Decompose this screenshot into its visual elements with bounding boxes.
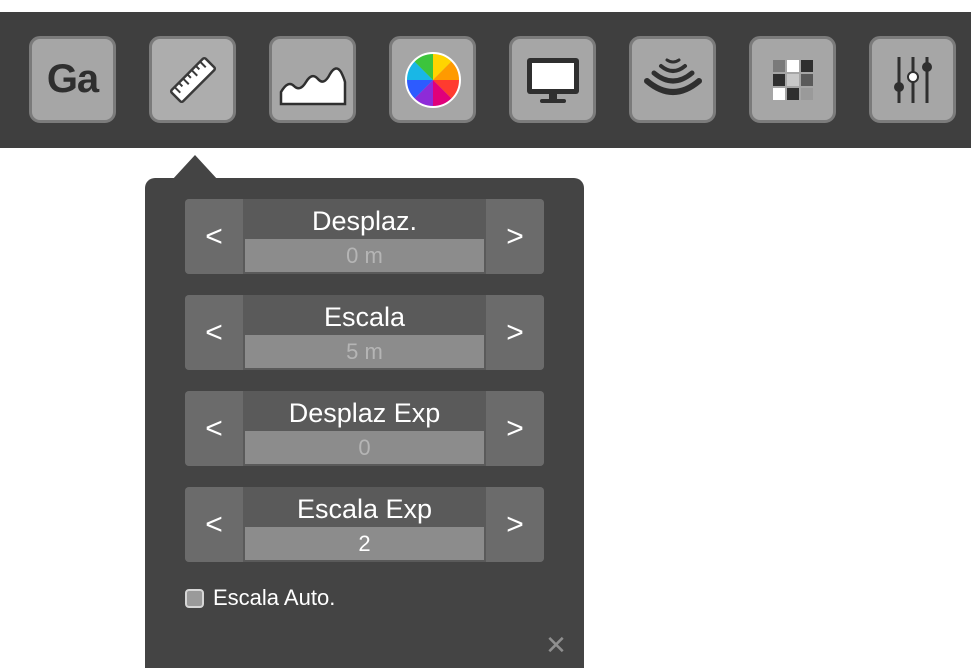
ruler-button[interactable] xyxy=(149,36,236,123)
palette-button[interactable] xyxy=(749,36,836,123)
monitor-icon xyxy=(526,57,579,103)
scale-display: Escala 5 m xyxy=(245,295,484,370)
color-button[interactable] xyxy=(389,36,476,123)
offset-value: 0 m xyxy=(245,239,484,272)
scale-increase-button[interactable]: > xyxy=(486,295,544,370)
scale-exp-stepper: < Escala Exp 2 > xyxy=(185,487,544,562)
scale-exp-value: 2 xyxy=(245,527,484,560)
scale-label: Escala xyxy=(323,302,406,332)
scale-settings-popover: < Desplaz. 0 m > < Escala 5 m > < Despla… xyxy=(145,178,584,668)
scale-exp-display: Escala Exp 2 xyxy=(245,487,484,562)
offset-label: Desplaz. xyxy=(311,206,418,236)
offset-exp-display: Desplaz Exp 0 xyxy=(245,391,484,466)
sonar-button[interactable] xyxy=(629,36,716,123)
grid-palette-icon xyxy=(772,59,813,100)
scale-decrease-button[interactable]: < xyxy=(185,295,243,370)
scale-exp-decrease-button[interactable]: < xyxy=(185,487,243,562)
scale-exp-label: Escala Exp xyxy=(296,494,433,524)
profile-graph-icon xyxy=(279,66,346,105)
sliders-icon xyxy=(893,56,932,103)
ruler-icon xyxy=(169,56,216,103)
offset-exp-stepper: < Desplaz Exp 0 > xyxy=(185,391,544,466)
gain-text-icon: Ga xyxy=(46,57,99,101)
offset-exp-increase-button[interactable]: > xyxy=(486,391,544,466)
offset-decrease-button[interactable]: < xyxy=(185,199,243,274)
popover-pointer xyxy=(172,155,218,180)
auto-scale-label: Escala Auto. xyxy=(213,585,336,610)
offset-increase-button[interactable]: > xyxy=(486,199,544,274)
scale-stepper: < Escala 5 m > xyxy=(185,295,544,370)
gain-button[interactable]: Ga xyxy=(29,36,116,123)
offset-exp-value: 0 xyxy=(245,431,484,464)
auto-scale-checkbox[interactable] xyxy=(185,588,204,608)
offset-stepper: < Desplaz. 0 m > xyxy=(185,199,544,274)
top-toolbar: Ga xyxy=(0,12,971,148)
scale-value: 5 m xyxy=(245,335,484,368)
close-icon[interactable]: ✕ xyxy=(544,632,568,658)
color-wheel-icon xyxy=(404,51,461,108)
auto-scale-row[interactable]: Escala Auto. xyxy=(185,583,335,613)
offset-display: Desplaz. 0 m xyxy=(245,199,484,274)
profile-button[interactable] xyxy=(269,36,356,123)
offset-exp-label: Desplaz Exp xyxy=(288,398,441,428)
settings-button[interactable] xyxy=(869,36,956,123)
scale-exp-increase-button[interactable]: > xyxy=(486,487,544,562)
offset-exp-decrease-button[interactable]: < xyxy=(185,391,243,466)
sonar-waves-icon xyxy=(643,58,702,95)
display-button[interactable] xyxy=(509,36,596,123)
